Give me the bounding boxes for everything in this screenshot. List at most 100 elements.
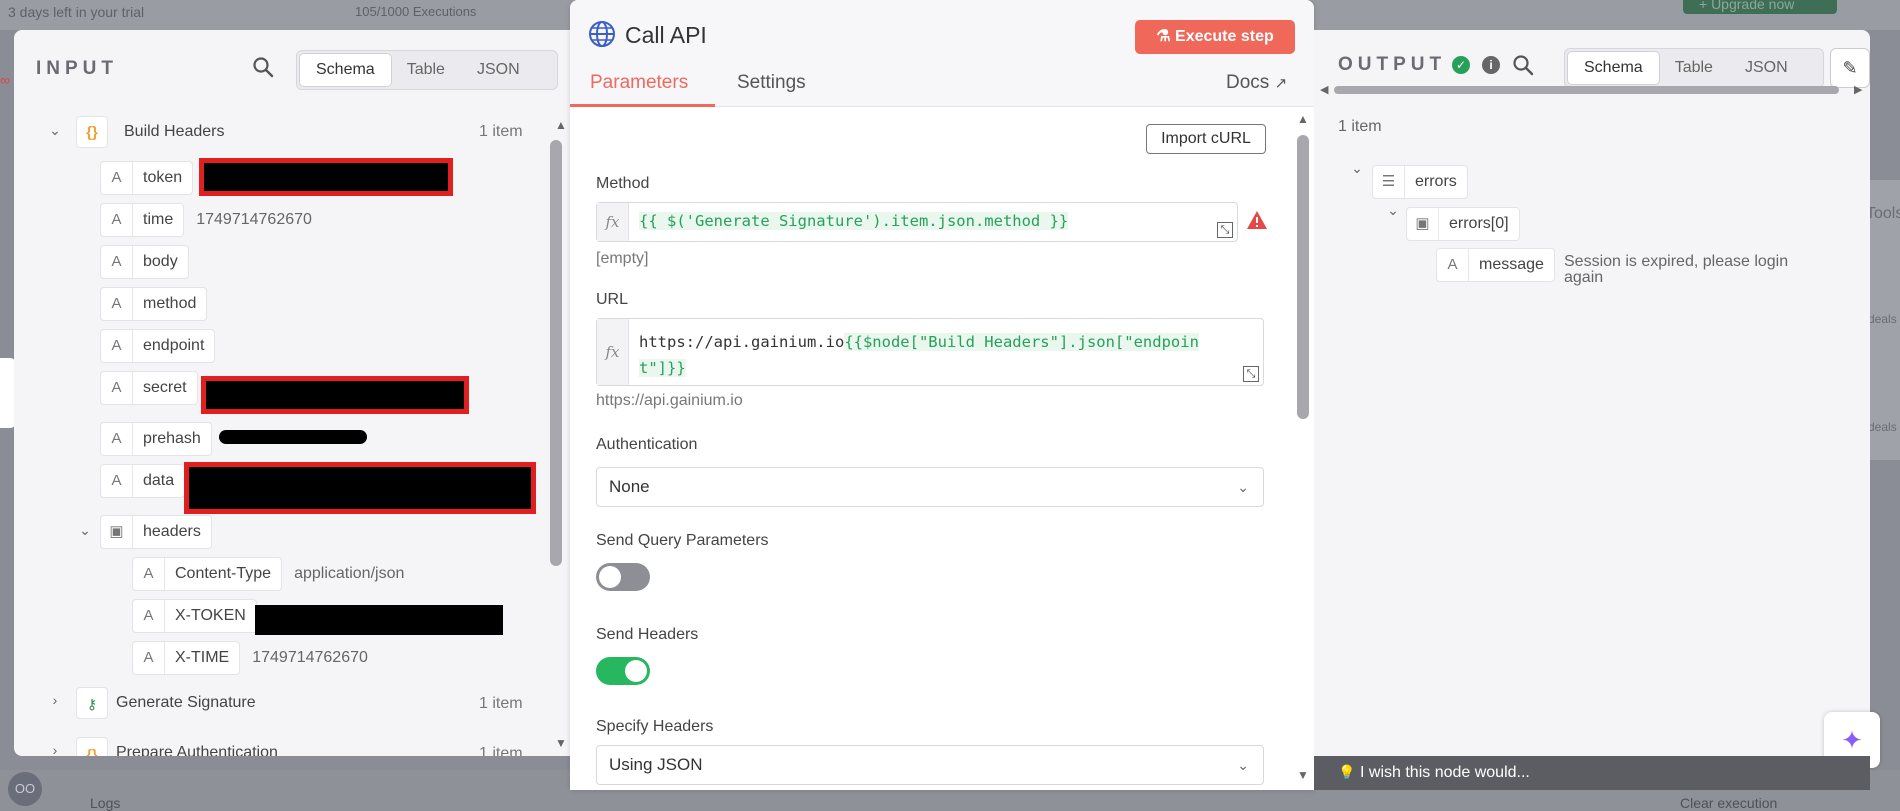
view-schema-tab[interactable]: Schema bbox=[300, 54, 391, 86]
feedback-bar[interactable]: 💡 I wish this node would... bbox=[1314, 756, 1870, 790]
node-title[interactable]: Call API bbox=[625, 22, 707, 49]
input-scrollbar[interactable] bbox=[550, 140, 562, 566]
background-canvas-text: deals bbox=[1868, 420, 1897, 434]
lightbulb-icon: 💡 bbox=[1338, 764, 1356, 780]
output-view-switcher: Schema Table JSON bbox=[1564, 48, 1824, 88]
parameters-scrollbar[interactable] bbox=[1297, 135, 1309, 419]
key-icon: ⚷ bbox=[76, 687, 108, 719]
tree-node-generate-signature[interactable]: ⚷ Generate Signature bbox=[76, 685, 256, 721]
executions-count: 105/1000 Executions bbox=[355, 4, 477, 19]
search-icon[interactable] bbox=[252, 56, 274, 84]
output-panel-title: OUTPUT bbox=[1338, 54, 1447, 75]
redacted-prehash-scribble bbox=[219, 430, 367, 444]
string-type-icon: A bbox=[133, 600, 165, 632]
redacted-data-value bbox=[184, 462, 536, 514]
string-type-icon: A bbox=[101, 372, 133, 404]
edit-output-button[interactable]: ✎ bbox=[1830, 48, 1870, 88]
output-item-count: 1 item bbox=[1338, 118, 1382, 135]
tree-node-errors-0[interactable]: ▣ errors[0] bbox=[1406, 206, 1520, 242]
chevron-down-icon[interactable]: ⌄ bbox=[1386, 202, 1400, 219]
feedback-text: I wish this node would... bbox=[1360, 764, 1530, 781]
tree-node-build-headers[interactable]: {} Build Headers bbox=[76, 114, 235, 150]
tree-field[interactable]: Atime 1749714762670 bbox=[100, 202, 312, 238]
tab-parameters[interactable]: Parameters bbox=[590, 72, 688, 94]
specify-headers-select[interactable]: Using JSON ⌄ bbox=[596, 745, 1264, 785]
tree-field[interactable]: Aendpoint bbox=[100, 328, 216, 364]
expand-editor-icon[interactable]: ⤡ bbox=[1243, 366, 1259, 382]
scroll-right-arrow[interactable]: ▶ bbox=[1854, 83, 1862, 96]
url-expression-input[interactable]: fx https://api.gainium.io{{$node["Build … bbox=[596, 318, 1264, 386]
output-panel: OUTPUT ✓ i Schema Table JSON ✎ ◀ ▶ 1 ite… bbox=[1314, 30, 1870, 756]
tree-field[interactable]: Amessage bbox=[1436, 248, 1555, 284]
avatar[interactable]: OO bbox=[8, 772, 42, 806]
success-check-icon: ✓ bbox=[1452, 56, 1470, 74]
send-query-toggle[interactable] bbox=[596, 563, 650, 591]
clear-execution-button[interactable]: Clear execution bbox=[1680, 795, 1777, 811]
chevron-down-icon[interactable]: ⌄ bbox=[48, 122, 62, 139]
node-label: Build Headers bbox=[124, 123, 225, 140]
scroll-up-arrow[interactable]: ▲ bbox=[1297, 112, 1309, 126]
tree-field[interactable]: Atoken bbox=[100, 160, 194, 196]
tree-node-headers[interactable]: ▣ headers bbox=[100, 514, 212, 550]
string-type-icon: A bbox=[133, 558, 165, 590]
view-table-tab[interactable]: Table bbox=[391, 54, 461, 86]
tree-field[interactable]: A X-TOKEN bbox=[132, 598, 257, 634]
send-headers-toggle[interactable] bbox=[596, 657, 650, 685]
import-curl-button[interactable]: Import cURL bbox=[1146, 124, 1266, 154]
authentication-select[interactable]: None ⌄ bbox=[596, 467, 1264, 507]
redacted-xtoken-value bbox=[255, 605, 503, 635]
tree-field[interactable]: Asecret bbox=[100, 370, 198, 406]
view-table-tab[interactable]: Table bbox=[1659, 52, 1729, 84]
tree-field[interactable]: Amethod bbox=[100, 286, 208, 322]
string-type-icon: A bbox=[101, 204, 133, 236]
cube-icon: ▣ bbox=[101, 516, 133, 548]
chevron-down-icon: ⌄ bbox=[1237, 479, 1249, 495]
string-type-icon: A bbox=[101, 288, 133, 320]
execute-step-button[interactable]: ⚗ Execute step bbox=[1135, 20, 1295, 54]
chevron-right-icon[interactable]: › bbox=[48, 742, 62, 756]
output-horizontal-scrollbar[interactable] bbox=[1334, 86, 1839, 94]
tree-field[interactable]: Aprehash bbox=[100, 421, 212, 457]
tab-settings[interactable]: Settings bbox=[737, 72, 806, 94]
view-json-tab[interactable]: JSON bbox=[1729, 52, 1804, 84]
view-schema-tab[interactable]: Schema bbox=[1568, 52, 1659, 84]
method-label: Method bbox=[596, 175, 650, 192]
tree-field[interactable]: A Content-Type application/json bbox=[132, 556, 404, 592]
send-headers-label: Send Headers bbox=[596, 626, 699, 643]
tree-field[interactable]: Adata bbox=[100, 463, 186, 499]
input-panel-title: INPUT bbox=[36, 58, 118, 79]
active-tab-indicator bbox=[570, 104, 715, 107]
logs-label[interactable]: Logs bbox=[90, 795, 120, 811]
scroll-up-arrow[interactable]: ▲ bbox=[555, 118, 567, 132]
search-icon[interactable] bbox=[1512, 54, 1534, 81]
tree-field[interactable]: Abody bbox=[100, 244, 189, 280]
chevron-right-icon[interactable]: › bbox=[48, 692, 62, 708]
expand-editor-icon[interactable]: ⤡ bbox=[1217, 222, 1233, 238]
scroll-left-arrow[interactable]: ◀ bbox=[1320, 83, 1328, 96]
method-expression-input[interactable]: fx {{ $('Generate Signature').item.json.… bbox=[596, 202, 1238, 242]
cube-icon: ▣ bbox=[1407, 208, 1439, 240]
chevron-down-icon[interactable]: ⌄ bbox=[78, 522, 92, 539]
chevron-down-icon[interactable]: ⌄ bbox=[1350, 160, 1364, 177]
error-message-value: Session is expired, please login again bbox=[1564, 253, 1789, 286]
docs-link[interactable]: Docs ↗ bbox=[1226, 72, 1287, 94]
redacted-secret-value bbox=[201, 376, 469, 414]
view-json-tab[interactable]: JSON bbox=[461, 54, 536, 86]
expression-fx-icon: fx bbox=[597, 319, 629, 385]
upgrade-button[interactable]: + Upgrade now bbox=[1683, 0, 1837, 14]
field-value: 1749714762670 bbox=[252, 649, 368, 666]
tree-node-prepare-authentication[interactable]: {} Prepare Authentication bbox=[76, 735, 278, 756]
string-type-icon: A bbox=[1437, 249, 1469, 281]
object-braces-icon: {} bbox=[76, 737, 108, 756]
info-icon[interactable]: i bbox=[1482, 56, 1500, 74]
tree-field[interactable]: A X-TIME 1749714762670 bbox=[132, 640, 368, 676]
external-link-icon: ↗ bbox=[1274, 75, 1288, 92]
scroll-down-arrow[interactable]: ▼ bbox=[1297, 768, 1309, 782]
tree-node-errors[interactable]: ☰ errors bbox=[1372, 164, 1468, 200]
string-type-icon: A bbox=[101, 246, 133, 278]
url-label: URL bbox=[596, 291, 629, 308]
send-query-label: Send Query Parameters bbox=[596, 532, 769, 549]
item-count: 1 item bbox=[479, 745, 523, 756]
string-type-icon: A bbox=[101, 330, 133, 362]
scroll-down-arrow[interactable]: ▼ bbox=[555, 736, 567, 750]
